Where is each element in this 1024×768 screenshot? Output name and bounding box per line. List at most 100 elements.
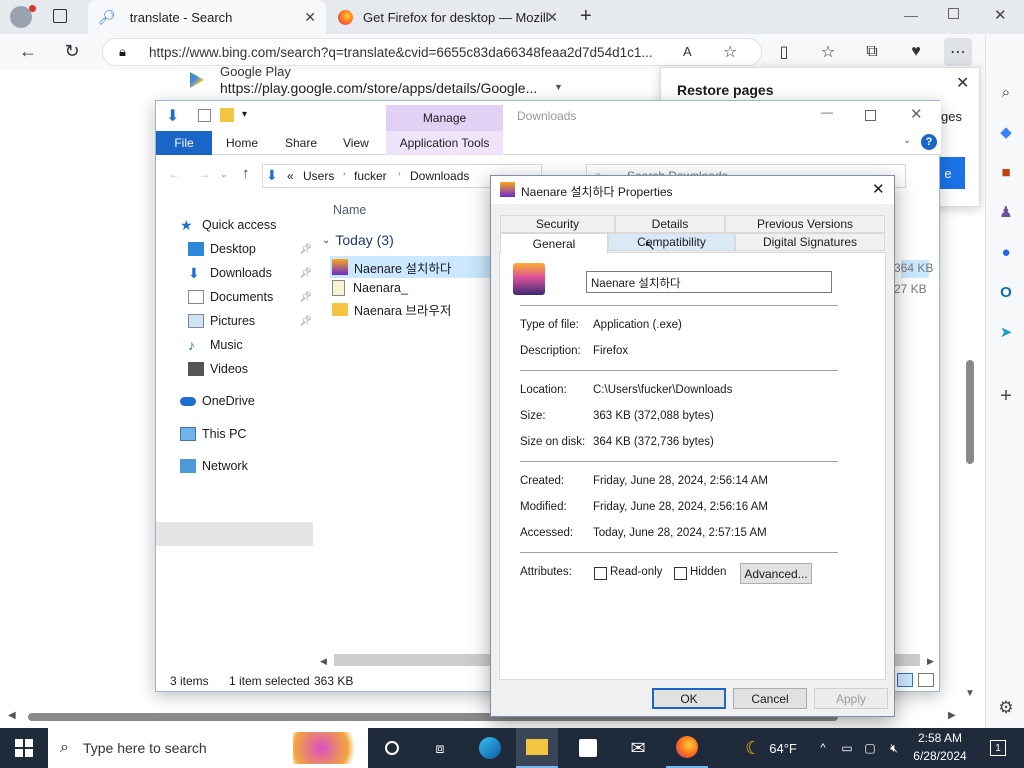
explorer-taskbar-button[interactable] bbox=[516, 728, 558, 768]
file-row[interactable]: Naenara_ bbox=[332, 278, 408, 298]
file-row[interactable]: Naenara 브라우저 bbox=[332, 299, 451, 319]
games-icon[interactable]: ♟ bbox=[992, 198, 1020, 226]
readonly-label[interactable]: Read-only bbox=[610, 566, 662, 578]
collections-icon[interactable]: ⧉ bbox=[858, 38, 886, 66]
browser-essentials-icon[interactable]: ♥ bbox=[902, 38, 930, 66]
read-aloud-icon[interactable]: A bbox=[683, 44, 692, 59]
hscroll-thumb[interactable] bbox=[334, 654, 494, 666]
breadcrumb-downloads[interactable]: Downloads bbox=[410, 169, 469, 183]
properties-check-icon[interactable] bbox=[198, 109, 211, 122]
tab-compatibility[interactable]: Compatibility bbox=[608, 233, 735, 251]
send-icon[interactable]: ➤ bbox=[992, 318, 1020, 346]
favorite-star-icon[interactable]: ☆ bbox=[723, 42, 737, 62]
gear-icon[interactable]: ⚙ bbox=[992, 694, 1020, 722]
address-bar[interactable]: 🔒︎ https://www.bing.com/search?q=transla… bbox=[102, 38, 762, 66]
close-popup-icon[interactable]: ✕ bbox=[956, 73, 969, 93]
weather-widget[interactable]: ☾ 64°F bbox=[736, 728, 806, 768]
ok-button[interactable]: OK bbox=[652, 688, 726, 709]
nav-desktop[interactable]: Desktop 📌︎ bbox=[188, 238, 312, 260]
tab-firefox[interactable]: Get Firefox for desktop — Mozill ✕ bbox=[328, 0, 568, 34]
split-screen-icon[interactable]: ▯ bbox=[770, 38, 798, 66]
tab-details[interactable]: Details bbox=[615, 215, 725, 233]
manage-context-tab[interactable]: Manage bbox=[386, 105, 503, 131]
file-row[interactable]: Naenare 설치하다 bbox=[332, 257, 451, 277]
network-icon[interactable]: ▭ bbox=[838, 728, 856, 768]
readonly-checkbox[interactable] bbox=[594, 567, 607, 580]
advanced-button[interactable]: Advanced... bbox=[740, 563, 812, 584]
group-header[interactable]: ⌄ Today (3) bbox=[322, 232, 394, 248]
breadcrumb-user[interactable]: fucker bbox=[354, 169, 387, 183]
up-icon[interactable]: ↑ bbox=[242, 165, 250, 182]
refresh-icon[interactable]: ↻ bbox=[58, 37, 86, 65]
close-tab-icon[interactable]: ✕ bbox=[304, 9, 316, 26]
tab-previous-versions[interactable]: Previous Versions bbox=[725, 215, 885, 233]
tab-general[interactable]: General bbox=[500, 233, 608, 254]
start-button[interactable] bbox=[0, 728, 48, 768]
edge-taskbar-button[interactable] bbox=[470, 728, 510, 768]
tab-application-tools[interactable]: Application Tools bbox=[386, 131, 503, 155]
nav-documents[interactable]: Documents 📌︎ bbox=[188, 286, 312, 308]
nav-videos[interactable]: Videos bbox=[188, 358, 248, 380]
details-view-icon[interactable] bbox=[897, 673, 913, 687]
close-dialog-icon[interactable]: ✕ bbox=[872, 180, 885, 198]
large-icons-view-icon[interactable] bbox=[918, 673, 934, 687]
scroll-right-icon[interactable]: ▶ bbox=[948, 710, 956, 721]
filename-input[interactable]: Naenare 설치하다 bbox=[586, 271, 832, 293]
minimize-icon[interactable]: — bbox=[821, 105, 833, 119]
page-scrollbar-thumb[interactable] bbox=[966, 360, 974, 464]
hidden-label[interactable]: Hidden bbox=[690, 566, 726, 578]
hidden-checkbox[interactable] bbox=[674, 567, 687, 580]
tab-home[interactable]: Home bbox=[226, 131, 258, 155]
add-icon[interactable]: + bbox=[992, 382, 1020, 410]
apply-button[interactable]: Apply bbox=[814, 688, 888, 709]
favorites-icon[interactable]: ☆ bbox=[814, 38, 842, 66]
scroll-left-icon[interactable]: ◀ bbox=[320, 656, 327, 667]
close-window-icon[interactable]: ✕ bbox=[910, 105, 923, 123]
restore-icon[interactable] bbox=[948, 8, 959, 19]
tab-file[interactable]: File bbox=[156, 131, 212, 155]
nav-music[interactable]: ♪ Music bbox=[188, 334, 243, 356]
notification-button[interactable]: 1 bbox=[980, 728, 1016, 768]
forward-icon[interactable]: → bbox=[198, 167, 210, 181]
firefox-taskbar-button[interactable] bbox=[666, 728, 708, 768]
suggestion-title[interactable]: Google Play bbox=[220, 64, 291, 79]
nav-network[interactable]: Network bbox=[180, 455, 248, 477]
column-header-name[interactable]: Name bbox=[333, 203, 366, 217]
tab-actions-icon[interactable] bbox=[53, 9, 67, 23]
clock-date[interactable]: 6/28/2024 bbox=[910, 749, 970, 763]
clock-time[interactable]: 2:58 AM bbox=[912, 731, 968, 745]
back-icon[interactable]: ← bbox=[14, 37, 42, 65]
search-icon[interactable]: ⌕ bbox=[992, 78, 1020, 106]
nav-onedrive[interactable]: OneDrive bbox=[180, 390, 255, 412]
tab-digital-signatures[interactable]: Digital Signatures bbox=[735, 233, 885, 251]
suggestion-url[interactable]: https://play.google.com/store/apps/detai… bbox=[220, 80, 537, 96]
url-text[interactable]: https://www.bing.com/search?q=translate&… bbox=[149, 45, 683, 60]
tab-security[interactable]: Security bbox=[500, 215, 615, 233]
task-view-icon[interactable]: ⧈ bbox=[420, 728, 460, 768]
cancel-button[interactable]: Cancel bbox=[733, 688, 807, 709]
close-tab-icon[interactable]: ✕ bbox=[546, 9, 558, 26]
ribbon-expand-icon[interactable]: ⌄ bbox=[903, 135, 911, 146]
nav-quick-access[interactable]: ★ Quick access bbox=[180, 214, 276, 236]
tab-bing-search[interactable]: 🔎︎ translate - Search ✕ bbox=[88, 0, 326, 34]
settings-more-icon[interactable]: ⋯ bbox=[944, 38, 972, 66]
task-view-button[interactable] bbox=[372, 728, 412, 768]
tab-share[interactable]: Share bbox=[285, 131, 317, 155]
display-icon[interactable]: ▢ bbox=[860, 728, 880, 768]
hscroll-thumb-end[interactable] bbox=[894, 654, 920, 666]
shopping-tag-icon[interactable]: ◆ bbox=[992, 118, 1020, 146]
store-taskbar-button[interactable] bbox=[568, 728, 608, 768]
scroll-left-icon[interactable]: ◀ bbox=[8, 710, 16, 721]
taskbar-search[interactable]: ⌕ Type here to search bbox=[48, 728, 368, 768]
qat-dropdown-icon[interactable]: ▾ bbox=[242, 109, 247, 120]
close-window-icon[interactable]: ✕ bbox=[994, 6, 1007, 24]
breadcrumb-users[interactable]: Users bbox=[303, 169, 334, 183]
nav-pictures[interactable]: Pictures 📌︎ bbox=[188, 310, 312, 332]
breadcrumb-overflow[interactable]: « bbox=[287, 169, 294, 183]
volume-muted-icon[interactable]: 🔇︎ bbox=[884, 728, 904, 768]
help-icon[interactable]: ? bbox=[921, 134, 937, 150]
tab-view[interactable]: View bbox=[343, 131, 369, 155]
maximize-icon[interactable] bbox=[865, 110, 876, 121]
nav-thispc[interactable]: This PC bbox=[180, 423, 246, 445]
microsoft365-icon[interactable]: ● bbox=[992, 238, 1020, 266]
